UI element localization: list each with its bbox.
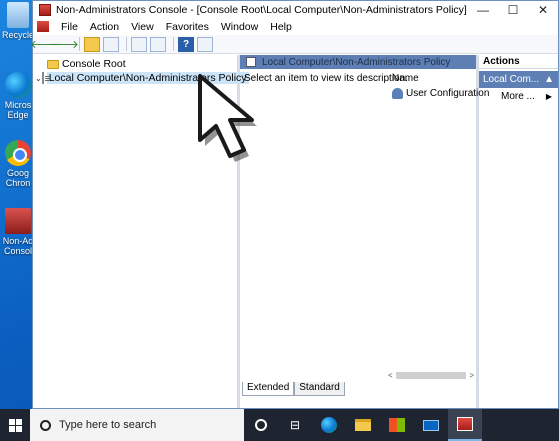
menu-favorites[interactable]: Favorites — [160, 21, 215, 33]
search-icon — [37, 417, 54, 433]
search-placeholder: Type here to search — [59, 419, 157, 431]
cortana-ring-icon — [255, 419, 267, 431]
chrome-label-2: Chron — [5, 178, 31, 188]
column-header-name[interactable]: Name — [392, 73, 489, 84]
results-list: Name User Configuration — [392, 73, 489, 99]
store-icon — [389, 418, 405, 432]
task-view-button[interactable] — [244, 409, 278, 441]
actions-more-label: More ... — [501, 90, 535, 102]
edge-label: Micros — [4, 100, 32, 110]
panes: Console Root ⌄ Local Computer\Non-Admini… — [33, 55, 558, 408]
export-list-icon[interactable] — [150, 36, 166, 52]
view-tabs: Extended Standard — [240, 382, 345, 396]
non-admin-label-2: Consol — [3, 246, 32, 256]
mmc-window: Non-Administrators Console - [Console Ro… — [30, 0, 559, 409]
chevron-down-icon[interactable]: ⌄ — [35, 74, 42, 83]
menu-action[interactable]: Action — [84, 21, 125, 33]
system-menu-icon[interactable] — [37, 21, 49, 32]
minimize-button[interactable]: — — [468, 1, 498, 18]
edge-icon — [5, 72, 31, 98]
menu-window[interactable]: Window — [215, 21, 264, 33]
edge-label-2: Edge — [7, 110, 29, 120]
toolbar-separator — [173, 37, 174, 51]
mmc-app-icon — [39, 3, 51, 16]
non-admin-console-desktop-icon[interactable]: Non-Ad Consol — [0, 208, 36, 256]
submenu-arrow-icon: ▶ — [545, 91, 552, 101]
window-title: Non-Administrators Console - [Console Ro… — [56, 3, 467, 16]
start-button[interactable] — [0, 409, 30, 441]
menu-help[interactable]: Help — [264, 21, 298, 33]
edge-desktop-icon[interactable]: Micros Edge — [0, 72, 36, 120]
toolbar-separator — [79, 37, 80, 51]
taskbar: Type here to search ⊟ — [0, 409, 559, 441]
collapse-arrow-icon[interactable]: ▲ — [544, 74, 554, 85]
folder-icon — [355, 419, 371, 431]
chrome-label: Goog — [6, 168, 30, 178]
results-header-label: Local Computer\Non-Administrators Policy — [262, 56, 451, 68]
scroll-left-icon[interactable]: < — [388, 371, 393, 380]
actions-more[interactable]: More ... ▶ — [479, 88, 558, 104]
chrome-desktop-icon[interactable]: Goog Chron — [0, 140, 36, 188]
mail-taskbar-button[interactable] — [414, 409, 448, 441]
description-text: Select an item to view its description. — [244, 73, 408, 84]
title-bar[interactable]: Non-Administrators Console - [Console Ro… — [33, 1, 558, 18]
recycle-bin-icon — [7, 2, 29, 28]
mail-icon — [423, 419, 439, 431]
menu-file[interactable]: File — [55, 21, 84, 33]
non-admin-label: Non-Ad — [2, 236, 34, 246]
scroll-right-icon[interactable]: > — [469, 371, 474, 380]
properties-icon[interactable] — [131, 36, 147, 52]
taskbar-search-box[interactable]: Type here to search — [30, 409, 244, 441]
task-view-icon[interactable]: ⊟ — [278, 409, 312, 441]
actions-local-computer-label: Local Com... — [483, 74, 540, 85]
mmc-taskbar-button[interactable] — [448, 409, 482, 441]
user-configuration-icon — [392, 88, 403, 99]
menu-bar: File Action View Favorites Window Help — [33, 18, 558, 35]
show-action-pane-icon[interactable] — [197, 36, 213, 52]
horizontal-scrollbar[interactable]: < > — [388, 370, 474, 380]
tree-item-policy[interactable]: ⌄ Local Computer\Non-Administrators Poli… — [35, 71, 249, 85]
folder-icon — [47, 59, 59, 69]
tree-label-policy: Local Computer\Non-Administrators Policy — [46, 72, 249, 84]
edge-taskbar-button[interactable] — [312, 409, 346, 441]
actions-pane: Actions Local Com... ▲ More ... ▶ — [479, 55, 558, 408]
console-tree: Console Root ⌄ Local Computer\Non-Admini… — [33, 55, 249, 408]
actions-local-computer[interactable]: Local Com... ▲ — [479, 71, 558, 88]
tab-extended[interactable]: Extended — [242, 382, 295, 396]
actions-header: Actions — [479, 55, 558, 69]
results-body: Select an item to view its description. … — [240, 69, 489, 99]
show-hide-tree-icon[interactable] — [103, 36, 119, 52]
policy-header-icon — [246, 57, 256, 67]
chrome-icon — [5, 140, 31, 166]
up-folder-icon[interactable] — [84, 36, 100, 52]
tree-label-console-root: Console Root — [62, 58, 126, 70]
file-explorer-taskbar-button[interactable] — [346, 409, 380, 441]
tab-standard[interactable]: Standard — [294, 382, 345, 396]
menu-view[interactable]: View — [125, 21, 160, 33]
recycle-bin-desktop-icon[interactable]: Recycle — [0, 2, 36, 40]
tree-item-console-root[interactable]: Console Root — [35, 57, 237, 71]
list-item-label: User Configuration — [406, 88, 490, 99]
forward-arrow-icon[interactable]: 🡒 — [49, 37, 79, 52]
scroll-thumb[interactable] — [395, 371, 467, 379]
mmc-console-icon — [5, 208, 31, 234]
help-icon[interactable]: ? — [178, 36, 194, 52]
results-pane: Local Computer\Non-Administrators Policy… — [240, 55, 489, 408]
edge-icon — [321, 417, 337, 433]
toolbar: 🡐 🡒 ? — [30, 35, 558, 54]
policy-icon — [41, 72, 50, 84]
store-taskbar-button[interactable] — [380, 409, 414, 441]
maximize-button[interactable]: ☐ — [498, 1, 528, 18]
close-button[interactable]: ✕ — [528, 1, 558, 18]
toolbar-separator — [126, 37, 127, 51]
results-header: Local Computer\Non-Administrators Policy — [240, 55, 476, 69]
windows-logo-icon — [8, 418, 22, 432]
mmc-console-icon — [457, 417, 473, 431]
list-item-user-configuration[interactable]: User Configuration — [392, 88, 489, 99]
